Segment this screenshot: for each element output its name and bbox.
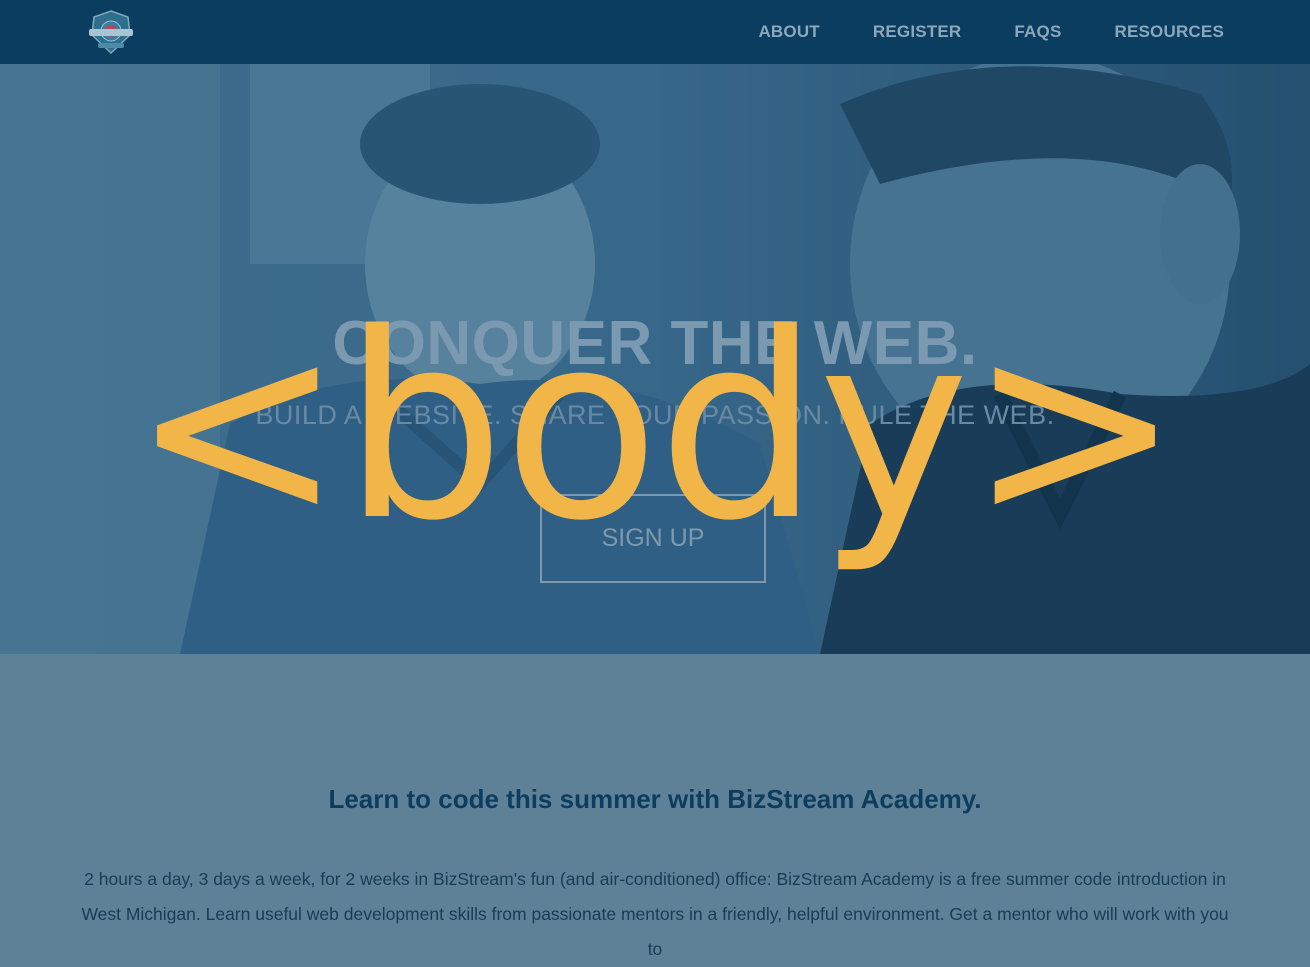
intro-heading: Learn to code this summer with BizStream… — [328, 784, 982, 814]
nav-register-link[interactable]: REGISTER — [873, 22, 962, 42]
nav-resources-link[interactable]: RESOURCES — [1115, 22, 1225, 42]
bizstream-academy-logo[interactable] — [86, 9, 136, 55]
sign-up-button[interactable]: SIGN UP — [540, 494, 766, 583]
hero-section: CONQUER THE WEB. BUILD A WEBSITE. SHARE … — [0, 64, 1310, 654]
nav-faqs-link[interactable]: FAQS — [1014, 22, 1061, 42]
intro-paragraph: 2 hours a day, 3 days a week, for 2 week… — [81, 869, 1229, 959]
hero-subtitle: BUILD A WEBSITE. SHARE YOUR PASSION. RUL… — [255, 400, 1055, 430]
nav-links: ABOUT REGISTER FAQS RESOURCES — [705, 0, 1224, 64]
navbar: ABOUT REGISTER FAQS RESOURCES — [0, 0, 1310, 64]
intro-section: Learn to code this summer with BizStream… — [0, 654, 1310, 959]
hero-title: CONQUER THE WEB. — [332, 309, 978, 378]
nav-about-link[interactable]: ABOUT — [758, 22, 819, 42]
